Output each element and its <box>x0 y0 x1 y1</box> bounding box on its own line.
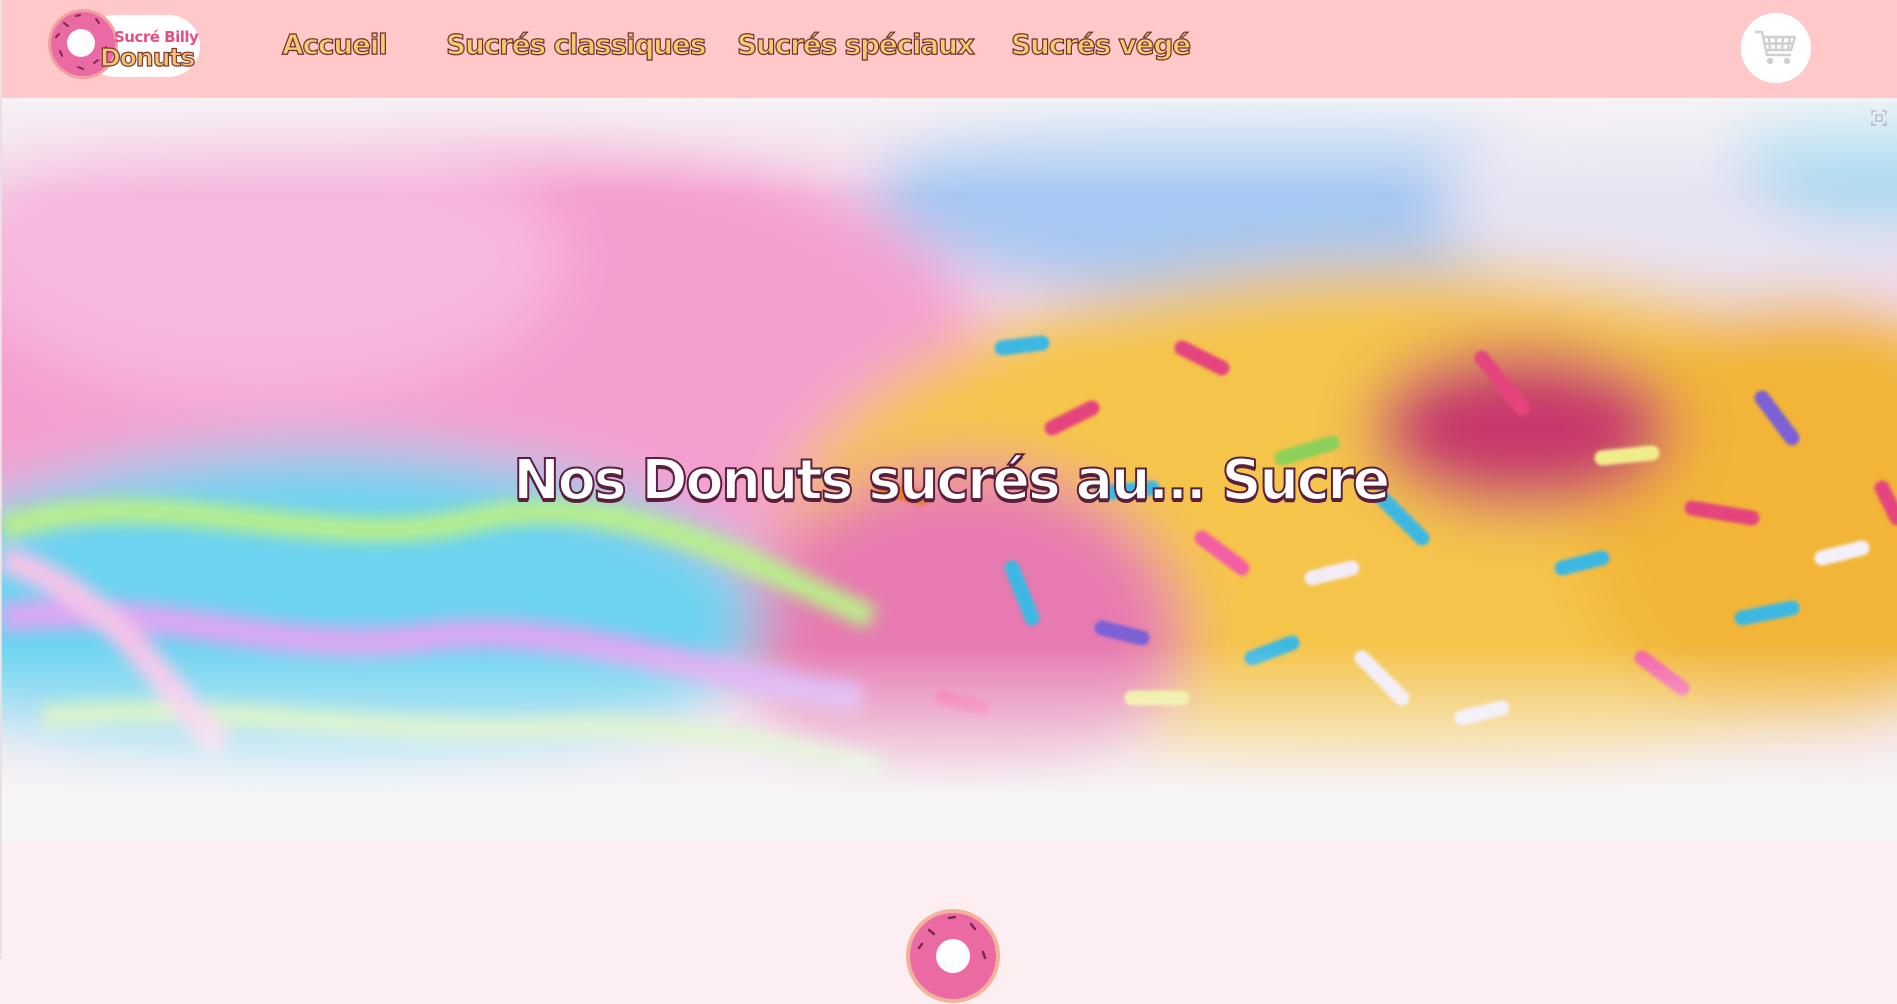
fullscreen-icon[interactable] <box>1871 110 1887 126</box>
brand-name-big: Donuts <box>99 42 196 72</box>
cart-button[interactable] <box>1741 13 1811 83</box>
hero-title: Nos Donuts sucrés au... Sucre <box>512 447 1391 514</box>
nav-link-sucres-speciaux[interactable]: Sucrés spéciaux <box>736 27 975 61</box>
brand-logo[interactable]: Sucré Billy Donuts <box>44 6 204 82</box>
shopping-cart-icon <box>1754 30 1797 65</box>
nav-link-sucres-vege[interactable]: Sucrés végé <box>1010 27 1191 61</box>
nav-link-accueil[interactable]: Accueil <box>281 27 388 61</box>
hero-banner: Nos Donuts sucrés au... Sucre <box>0 98 1897 842</box>
donut-icon <box>906 909 1000 1003</box>
site-header: Sucré Billy Donuts Accueil Sucrés classi… <box>0 0 1897 98</box>
nav-link-sucres-classiques[interactable]: Sucrés classiques <box>445 27 707 61</box>
content-section <box>0 842 1897 1003</box>
